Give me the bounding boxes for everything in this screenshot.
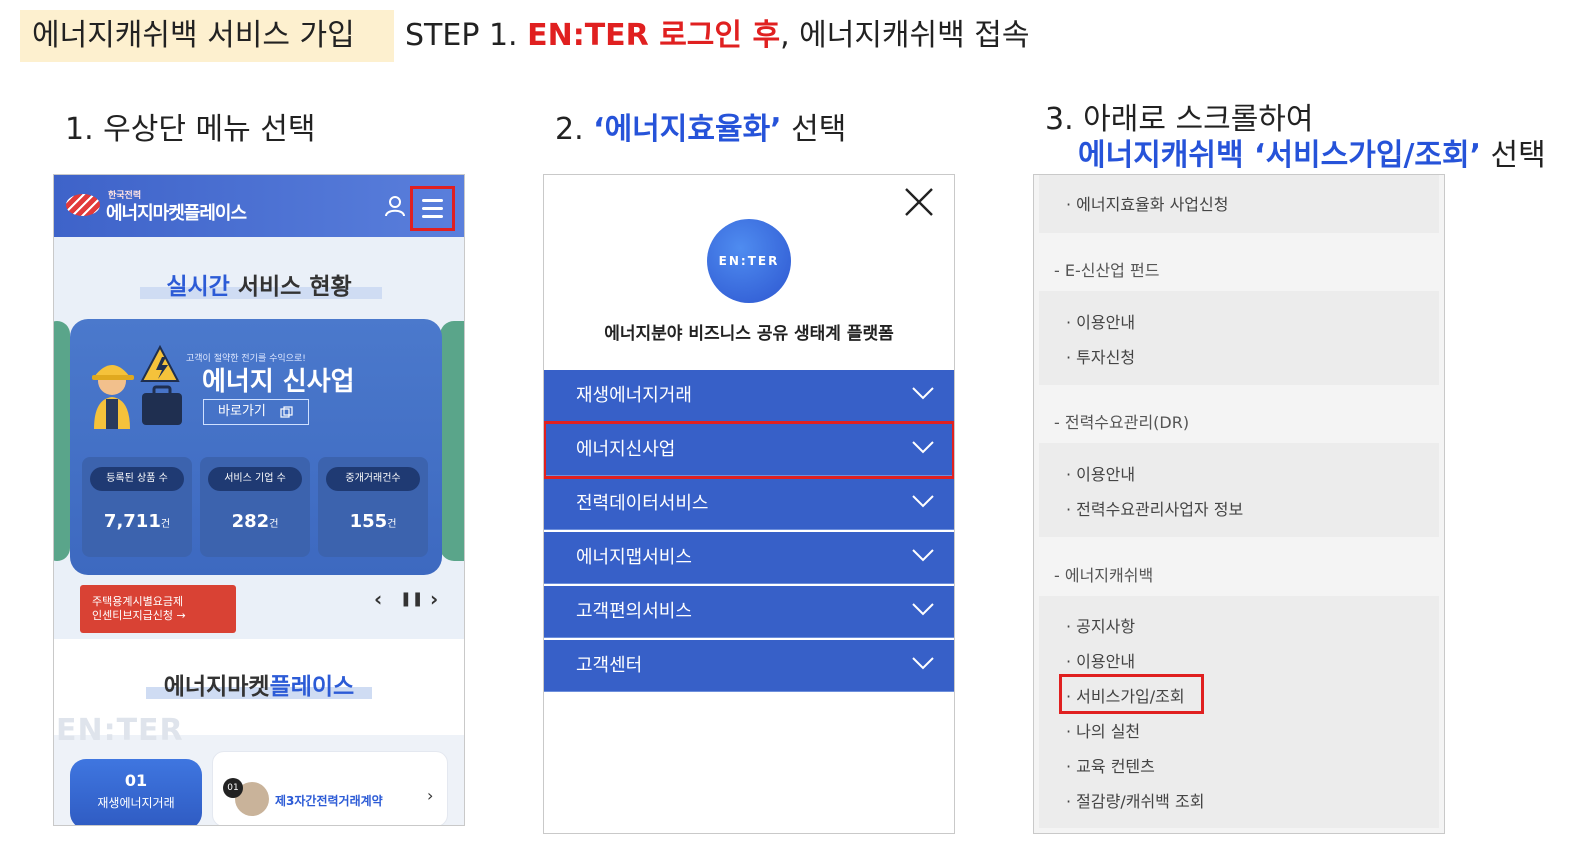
hamburger-menu-icon[interactable] xyxy=(422,198,443,219)
section2-title: 에너지마켓 xyxy=(163,674,270,700)
carousel-next-icon[interactable]: › xyxy=(430,587,438,611)
kepco-logo-icon xyxy=(66,194,100,216)
step-suffix: , 에너지캐쉬백 접속 xyxy=(780,18,1030,53)
step-highlight: EN:TER 로그인 후 xyxy=(527,18,781,53)
section-title-marketplace: 에너지마켓플레이스 xyxy=(54,667,464,701)
tile-renewable-trade[interactable]: 01 재생에너지거래 xyxy=(70,759,202,825)
submenu-item-efficiency-apply[interactable]: · 에너지효율화 사업신청 xyxy=(1066,191,1228,215)
card-title: 에너지 신사업 xyxy=(202,367,355,397)
external-link-icon xyxy=(280,406,293,418)
carousel-prev-icon[interactable]: ‹ xyxy=(374,587,382,611)
banner-line1: 주택용계시별요금제 xyxy=(92,595,184,608)
enter-watermark: EN:TER xyxy=(56,713,184,748)
step3-suffix: 선택 xyxy=(1481,138,1546,173)
title-step: STEP 1. EN:TER 로그인 후, 에너지캐쉬백 접속 xyxy=(405,10,1029,62)
site-header: 한국전력 에너지마켓플레이스 xyxy=(54,175,464,237)
menu-highlight-box xyxy=(410,186,455,231)
stat-number: 282 xyxy=(231,511,270,532)
submenu-block-fund xyxy=(1039,291,1439,385)
menu-item-label: 고객편의서비스 xyxy=(576,601,692,622)
chevron-right-icon: › xyxy=(427,786,434,805)
go-button-label: 바로가기 xyxy=(218,404,266,419)
section2-title-hl: 플레이스 xyxy=(269,674,355,700)
close-icon[interactable] xyxy=(902,185,936,219)
stat-card-transactions: 중개거래건수 155건 xyxy=(318,457,428,557)
carousel-pause-icon[interactable]: ❚❚ xyxy=(400,591,423,607)
stat-label: 중개거래건수 xyxy=(326,467,420,491)
worker-illustration-icon xyxy=(92,344,182,429)
chevron-down-icon xyxy=(912,549,934,562)
menu-item-label: 재생에너지거래 xyxy=(576,385,692,406)
submenu-item-cashback-guide[interactable]: · 이용안내 xyxy=(1066,648,1135,672)
menu-highlight-box xyxy=(544,421,954,479)
chevron-down-icon xyxy=(912,603,934,616)
menu-item-customer-center[interactable]: 고객센터 xyxy=(544,640,954,692)
submenu-item-education[interactable]: · 교육 컨텐츠 xyxy=(1066,753,1155,777)
enter-logo: EN:TER xyxy=(707,219,791,303)
submenu-category-dr[interactable]: - 전력수요관리(DR) xyxy=(1054,409,1189,433)
menu-item-renewable-trade[interactable]: 재생에너지거래 xyxy=(544,370,954,422)
submenu-item-my-practice[interactable]: · 나의 실천 xyxy=(1066,718,1140,742)
stat-value: 282건 xyxy=(200,511,310,532)
section-title-realtime: 실시간 서비스 현황 xyxy=(54,267,464,301)
banner-line2: 인센티브지급신청 → xyxy=(92,609,186,622)
submenu-item-fund-guide[interactable]: · 이용안내 xyxy=(1066,309,1135,333)
stat-value: 7,711건 xyxy=(82,511,192,532)
card-third-party-contract[interactable]: 01 제3자간전력거래계약 › xyxy=(212,751,448,825)
stat-number: 155 xyxy=(349,511,388,532)
incentive-banner[interactable]: 주택용계시별요금제 인센티브지급신청 → xyxy=(80,585,236,633)
stat-value: 155건 xyxy=(318,511,428,532)
phone-screen-submenu: · 에너지효율화 사업신청 - E-신산업 펀드 · 이용안내 · 투자신청 -… xyxy=(1033,174,1445,834)
menu-item-label: 전력데이터서비스 xyxy=(576,493,709,514)
step2-prefix: 2. xyxy=(555,112,594,147)
menu-item-customer-convenience[interactable]: 고객편의서비스 xyxy=(544,586,954,638)
platform-tagline: 에너지분야 비즈니스 공유 생태계 플랫폼 xyxy=(604,324,894,344)
submenu-item-fund-invest[interactable]: · 투자신청 xyxy=(1066,344,1135,368)
submenu-item-dr-operators[interactable]: · 전력수요관리사업자 정보 xyxy=(1066,496,1243,520)
stat-unit: 건 xyxy=(387,519,397,530)
menu-item-energy-map[interactable]: 에너지맵서비스 xyxy=(544,532,954,584)
chevron-down-icon xyxy=(912,387,934,400)
stat-unit: 건 xyxy=(269,519,279,530)
stat-card-products: 등록된 상품 수 7,711건 xyxy=(82,457,192,557)
section-title-hl: 실시간 xyxy=(166,274,230,300)
submenu-category-fund[interactable]: - E-신산업 펀드 xyxy=(1054,257,1159,281)
step2-suffix: 선택 xyxy=(781,112,847,147)
card-title: 제3자간전력거래계약 xyxy=(275,794,383,808)
signup-highlight-box xyxy=(1059,674,1204,714)
phone-screen-home: 한국전력 에너지마켓플레이스 실시간 서비스 현황 고객이 절약한 전기를 수익… xyxy=(53,174,465,826)
step1-label: 1. 우상단 메뉴 선택 xyxy=(65,112,316,147)
card-number-badge: 01 xyxy=(223,778,243,798)
step3-highlight: 에너지캐쉬백 ‘서비스가입/조회’ xyxy=(1078,138,1481,173)
chevron-down-icon xyxy=(912,495,934,508)
carousel-next-card xyxy=(440,321,464,561)
stat-number: 7,711 xyxy=(103,511,161,532)
phone-screen-menu: EN:TER 에너지분야 비즈니스 공유 생태계 플랫폼 재생에너지거래 에너지… xyxy=(543,174,955,834)
submenu-block-dr xyxy=(1039,443,1439,537)
user-icon[interactable] xyxy=(384,195,406,217)
step2-label: 2. ‘에너지효율화’ 선택 xyxy=(555,104,846,148)
stat-card-companies: 서비스 기업 수 282건 xyxy=(200,457,310,557)
submenu-item-notice[interactable]: · 공지사항 xyxy=(1066,613,1135,637)
chevron-down-icon xyxy=(912,657,934,670)
section-title-rest: 서비스 현황 xyxy=(237,274,352,300)
step2-highlight: ‘에너지효율화’ xyxy=(593,112,782,147)
step3-label-line2: 에너지캐쉬백 ‘서비스가입/조회’ 선택 xyxy=(1078,130,1546,174)
tile-label: 재생에너지거래 xyxy=(97,796,175,810)
stat-label: 서비스 기업 수 xyxy=(208,467,302,491)
submenu-item-savings-lookup[interactable]: · 절감량/캐쉬백 조회 xyxy=(1066,788,1204,812)
menu-item-label: 고객센터 xyxy=(576,655,643,676)
tile-number: 01 xyxy=(124,771,148,790)
menu-item-power-data[interactable]: 전력데이터서비스 xyxy=(544,478,954,530)
title-tag: 에너지캐쉬백 서비스 가입 xyxy=(20,10,394,62)
menu-item-label: 에너지맵서비스 xyxy=(576,547,692,568)
stat-unit: 건 xyxy=(160,519,171,530)
step-prefix: STEP 1. xyxy=(405,18,528,53)
submenu-item-dr-guide[interactable]: · 이용안내 xyxy=(1066,461,1135,485)
go-button[interactable]: 바로가기 xyxy=(203,399,309,425)
stat-label: 등록된 상품 수 xyxy=(90,467,184,491)
submenu-category-cashback[interactable]: - 에너지캐쉬백 xyxy=(1054,562,1153,586)
site-logo[interactable]: 에너지마켓플레이스 xyxy=(106,199,247,225)
carousel-prev-card xyxy=(54,321,70,561)
